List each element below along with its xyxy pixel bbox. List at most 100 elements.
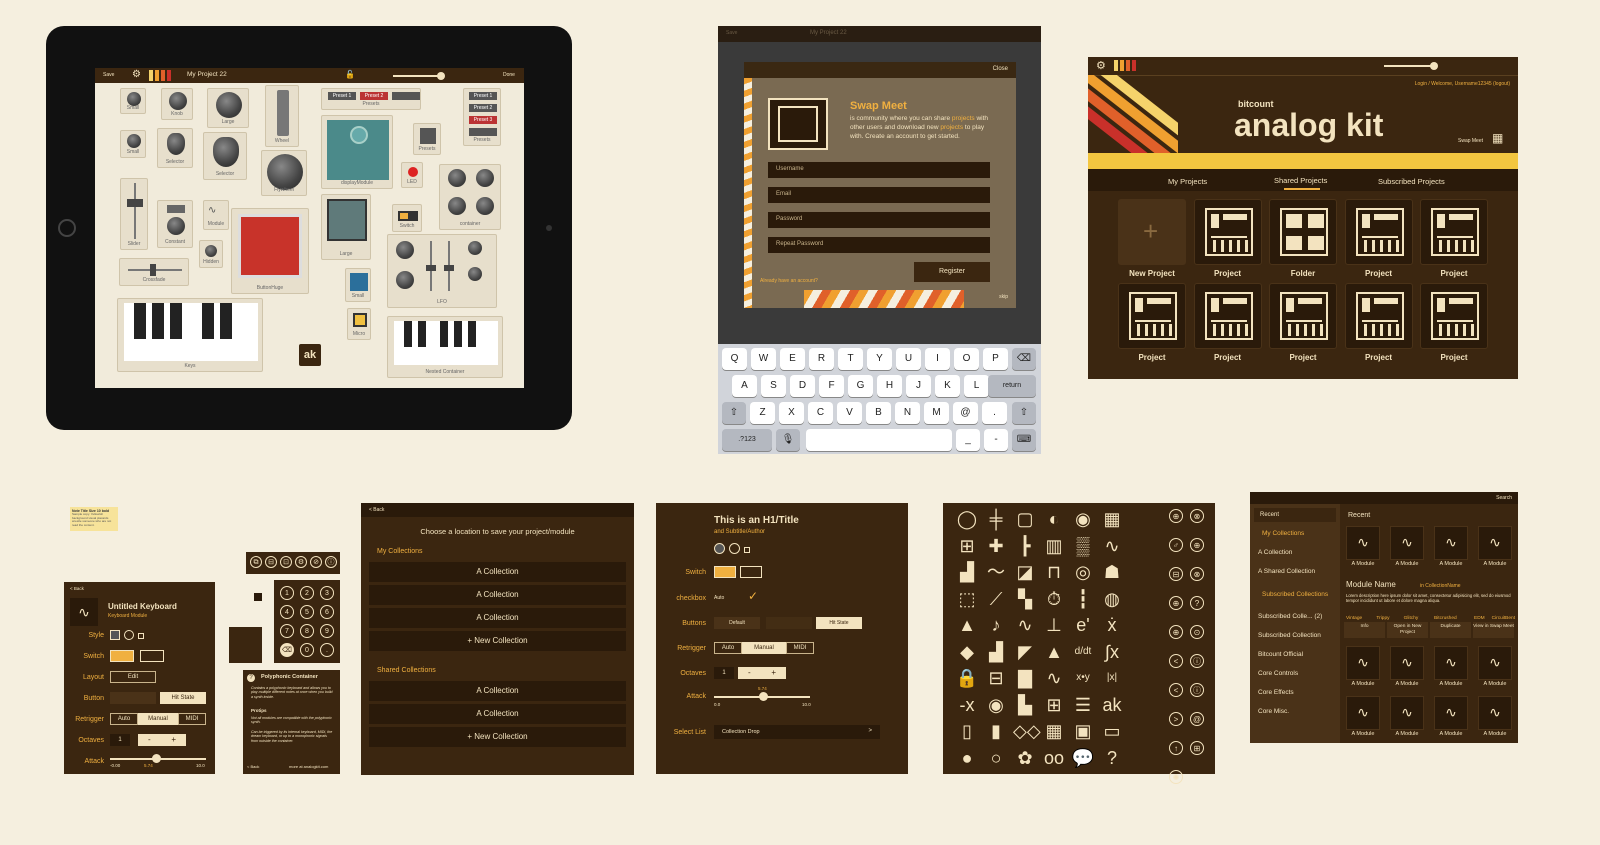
new-collection-button[interactable]: + New Collection [369,631,626,651]
button-default[interactable]: Default [714,617,760,629]
widget-presets-row[interactable]: Preset 1 Preset 2 Presets [321,88,421,110]
module-wave-icon[interactable]: ∿ [1390,526,1424,560]
retrigger-midi[interactable]: MIDI [178,713,206,725]
retrigger-midi[interactable]: MIDI [786,642,814,654]
numpad-key[interactable]: 8 [300,624,314,638]
key-0[interactable]: Z [750,402,775,424]
module-tag[interactable]: CircuitBent [1492,616,1515,621]
sidebar-subscribed-item[interactable]: Core Controls [1258,670,1298,677]
module-wave-icon[interactable]: ∿ [1390,696,1424,730]
widget-display-module[interactable]: displayModule [321,115,393,189]
key-y[interactable]: Y [867,348,892,370]
close-button[interactable]: Close [993,66,1008,72]
more-link[interactable]: more at analogkit.com [289,764,328,769]
volume-slider-thumb[interactable] [1430,62,1438,70]
widget-wheel[interactable]: Wheel [265,85,299,147]
attack-slider-thumb[interactable] [152,754,161,763]
gear-icon[interactable]: ⚙ [295,556,307,568]
key-2[interactable]: C [808,402,833,424]
save-icon[interactable]: ⊟ [265,556,277,568]
key-6[interactable]: M [924,402,949,424]
button-disabled[interactable] [766,617,812,629]
key-5[interactable]: N [895,402,920,424]
module-wave-icon[interactable]: ∿ [1478,526,1512,560]
preset-col-3[interactable]: Preset 3 [469,116,497,124]
octave-decrement[interactable]: - [748,667,751,679]
widget-constant[interactable]: Constant [157,200,193,248]
new-shared-collection-button[interactable]: + New Collection [369,727,626,747]
key-8[interactable]: . [982,402,1007,424]
shared-collection-item[interactable]: A Collection [369,681,626,701]
module-tag[interactable]: Trippy [1376,616,1389,621]
key-w[interactable]: W [751,348,776,370]
octave-stepper[interactable]: - + [738,667,786,679]
sidebar-a-collection[interactable]: A Collection [1258,549,1292,556]
module-wave-icon[interactable]: ∿ [1478,646,1512,680]
module-wave-icon[interactable]: ∿ [1346,696,1380,730]
module-wave-icon[interactable]: ∿ [1434,646,1468,680]
widget-switch[interactable]: Switch [392,204,422,232]
module-wave-icon[interactable]: ∿ [1434,696,1468,730]
widget-flywheel[interactable]: Flywheel [261,150,307,196]
module-tag[interactable]: Glitchy [1404,616,1419,621]
username-field[interactable]: Username [768,162,990,178]
volume-slider-thumb[interactable] [437,72,445,80]
collection-item[interactable]: A Collection [369,585,626,605]
shift-key-left[interactable]: ⇧ [722,402,746,424]
select-list[interactable]: Collection Drop > [714,725,880,739]
key-j[interactable]: J [906,375,931,397]
key-p[interactable]: P [983,348,1008,370]
repeat-password-field[interactable]: Repeat Password [768,237,990,253]
shift-key-right[interactable]: ⇧ [1012,402,1036,424]
numpad-key[interactable]: 6 [320,605,334,619]
widget-selector-large[interactable]: Selector [203,132,247,180]
key-t[interactable]: T [838,348,863,370]
volume-slider[interactable] [1384,65,1436,67]
sidebar-my-collections[interactable]: My Collections [1262,530,1304,537]
numbers-key[interactable]: .?123 [722,429,772,451]
numpad-key[interactable]: . [320,643,334,657]
volume-slider[interactable] [393,75,443,77]
key-i[interactable]: I [925,348,950,370]
preset-3[interactable] [392,92,420,100]
return-key[interactable]: return [988,375,1036,397]
sidebar-subscribed-collections[interactable]: Subscribed Collections [1262,591,1328,598]
sidebar-subscribed-item[interactable]: Subscribed Colle... (2) [1258,613,1322,620]
widget-slider[interactable]: Slider [120,178,148,250]
collection-item[interactable]: A Collection [369,562,626,582]
mic-key[interactable]: 🎙 [776,429,800,451]
project-tile[interactable] [1420,283,1488,349]
space-key[interactable] [806,429,952,451]
widget-small-knob-2[interactable]: Small [120,130,146,158]
module-wave-icon[interactable]: ∿ [1434,526,1468,560]
numpad-key[interactable]: 4 [280,605,294,619]
widget-mixer-container[interactable]: LFO [387,234,497,308]
module-tag[interactable]: Bitcrushed [1434,616,1457,621]
backspace-key[interactable]: ⌫ [1012,348,1036,370]
key-l[interactable]: L [964,375,989,397]
module-action-button[interactable]: Info [1344,622,1385,638]
preset-2[interactable]: Preset 2 [360,92,388,100]
widget-micro[interactable]: Micro [347,308,371,340]
key-r[interactable]: R [809,348,834,370]
widget-large-knob[interactable]: Large [207,88,249,128]
module-wave-icon[interactable]: ∿ [1346,526,1380,560]
dash-key[interactable]: - [984,429,1008,451]
preset-1[interactable]: Preset 1 [328,92,356,100]
numpad-key[interactable]: 9 [320,624,334,638]
key-q[interactable]: Q [722,348,747,370]
project-tile[interactable] [1193,283,1262,349]
key-1[interactable]: X [779,402,804,424]
preset-col-2[interactable]: Preset 2 [469,104,497,112]
module-action-button[interactable]: Duplicate [1430,622,1471,638]
checkbox-auto[interactable]: ✓ [748,589,758,603]
module-wave-icon[interactable]: ∿ [1346,646,1380,680]
project-title[interactable]: My Project 22 [187,71,227,78]
key-7[interactable]: @ [953,402,978,424]
module-wave-icon[interactable]: ∿ [1478,696,1512,730]
widget-button-huge[interactable]: ButtonHuge [231,208,309,294]
module-action-button[interactable]: Open in New Project [1387,622,1428,638]
gear-icon[interactable]: ⚙ [1096,59,1106,72]
key-d[interactable]: D [790,375,815,397]
copy-icon[interactable]: ⧉ [250,556,262,568]
